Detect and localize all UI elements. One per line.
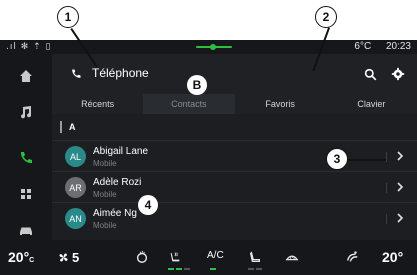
music-icon	[21, 106, 32, 119]
fan-speed[interactable]: 5	[72, 250, 79, 265]
callout-2: 2	[315, 6, 337, 28]
level-indicator	[248, 268, 254, 270]
divider	[386, 183, 387, 193]
nav-music[interactable]	[0, 94, 52, 130]
nav-phone[interactable]	[0, 140, 52, 176]
ac-button[interactable]: A/C	[207, 250, 224, 261]
avatar: AR	[65, 177, 86, 198]
level-indicator	[256, 268, 262, 270]
clock: 20:23	[385, 41, 411, 52]
chevron-right-icon[interactable]	[395, 212, 405, 224]
contact-name: Adèle Rozi	[93, 177, 142, 188]
climate-bar: 20°C 5 A/C 20°	[0, 240, 417, 275]
figure: .ıl ✻ ⇡ ▯ 6°C 20:23 Téléphone Récents Co…	[0, 0, 417, 275]
tab-contacts[interactable]: Contacts	[143, 94, 235, 114]
infotainment-screen: .ıl ✻ ⇡ ▯ 6°C 20:23 Téléphone Récents Co…	[0, 40, 417, 275]
seat-vent-icon[interactable]	[248, 250, 262, 264]
contact-row[interactable]: AN Aimée Ng Mobile	[52, 202, 417, 233]
climate-auto-icon[interactable]	[345, 250, 359, 264]
phone-icon	[72, 69, 81, 78]
search-icon[interactable]	[364, 68, 377, 81]
contact-row[interactable]: AL Abigail Lane Mobile	[52, 140, 417, 171]
page-indicator	[196, 44, 232, 50]
contact-name: Aimée Ng	[93, 208, 137, 219]
phone-icon	[20, 152, 32, 164]
chevron-right-icon[interactable]	[395, 150, 405, 162]
home-icon	[20, 70, 32, 82]
avatar: AN	[65, 208, 86, 229]
steering-heat-icon[interactable]	[135, 250, 149, 264]
nav-home[interactable]	[0, 58, 52, 94]
divider	[386, 152, 387, 162]
divider	[386, 214, 387, 224]
section-marker	[60, 121, 62, 133]
callout-leader	[346, 159, 386, 161]
alphabet-section-header: A	[52, 114, 417, 140]
status-bar: .ıl ✻ ⇡ ▯ 6°C 20:23	[0, 40, 417, 54]
temperature-value: 20°	[8, 249, 30, 265]
avatar: AL	[65, 146, 86, 167]
contact-type: Mobile	[93, 221, 117, 230]
side-navigation	[0, 54, 52, 240]
level-indicator	[168, 268, 174, 270]
contact-type: Mobile	[93, 159, 117, 168]
status-right: 6°C 20:23	[342, 41, 411, 52]
status-icons: .ıl ✻ ⇡ ▯	[6, 42, 52, 52]
nav-apps[interactable]	[0, 176, 52, 212]
tab-keypad[interactable]: Clavier	[326, 94, 417, 114]
app-header: Téléphone	[52, 54, 417, 94]
chevron-right-icon[interactable]	[395, 181, 405, 193]
callout-1: 1	[57, 6, 79, 28]
defrost-icon[interactable]	[285, 250, 299, 264]
callout-3: 3	[326, 148, 348, 170]
temperature-unit: C	[29, 257, 35, 264]
level-indicator	[184, 268, 190, 270]
contact-name: Abigail Lane	[93, 146, 149, 157]
contact-type: Mobile	[93, 190, 117, 199]
seat-heat-icon[interactable]	[168, 250, 182, 264]
car-icon	[20, 227, 32, 235]
right-temperature[interactable]: 20°	[382, 249, 403, 265]
level-indicator	[210, 268, 216, 270]
callout-4: 4	[138, 195, 158, 215]
fan-icon	[59, 253, 68, 262]
tab-bar: Récents Contacts Favoris Clavier	[52, 94, 417, 114]
page-title: Téléphone	[92, 66, 149, 80]
level-indicator	[176, 268, 182, 270]
section-letter: A	[69, 122, 76, 132]
outside-temperature: 6°C	[354, 41, 372, 52]
apps-grid-icon	[21, 189, 31, 199]
tab-recents[interactable]: Récents	[52, 94, 143, 114]
gear-icon[interactable]	[391, 67, 405, 81]
callout-b: B	[187, 75, 207, 95]
tab-favorites[interactable]: Favoris	[235, 94, 326, 114]
left-temperature[interactable]: 20°C	[8, 249, 34, 265]
contact-row[interactable]: AR Adèle Rozi Mobile	[52, 171, 417, 202]
